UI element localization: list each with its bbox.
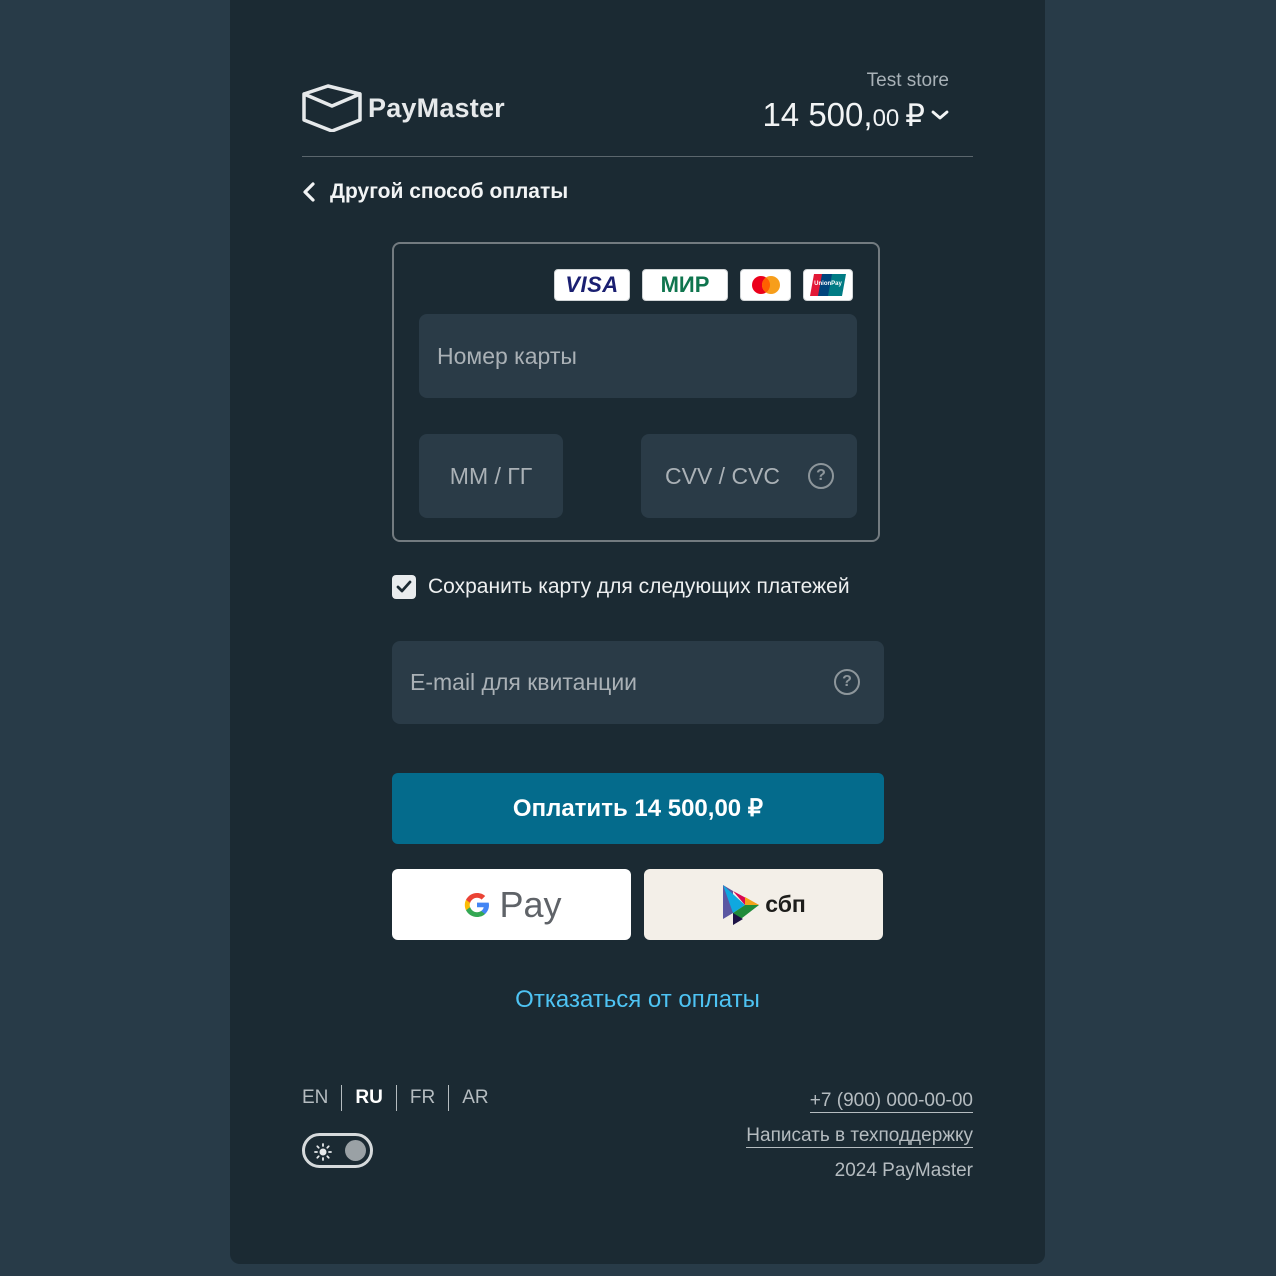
sbp-button[interactable]: сбп <box>644 869 883 940</box>
store-summary: Test store 14 500, 00 ₽ <box>762 70 949 134</box>
language-switcher: EN RU FR AR <box>302 1085 502 1111</box>
support-link[interactable]: Написать в техподдержку <box>746 1125 973 1148</box>
email-placeholder: E-mail для квитанции <box>410 669 638 695</box>
card-number-placeholder: Номер карты <box>437 342 577 369</box>
chevron-left-icon <box>303 182 315 202</box>
visa-logo: VISA <box>554 269 630 301</box>
save-card-checkbox[interactable] <box>392 575 416 599</box>
currency-sign: ₽ <box>905 98 925 133</box>
checkmark-icon <box>396 580 412 593</box>
phone-link[interactable]: +7 (900) 000-00-00 <box>809 1090 973 1113</box>
mir-logo: МИР <box>642 269 728 301</box>
lang-fr[interactable]: FR <box>397 1087 448 1109</box>
card-number-input[interactable]: Номер карты <box>419 314 857 398</box>
cvv-help-icon[interactable]: ? <box>808 463 834 489</box>
expiry-input[interactable]: ММ / ГГ <box>419 434 563 518</box>
store-name: Test store <box>866 70 949 91</box>
expiry-placeholder: ММ / ГГ <box>449 462 533 489</box>
save-card-option[interactable]: Сохранить карту для следующих платежей <box>392 575 850 599</box>
payment-card: PayMaster Test store 14 500, 00 ₽ Другой… <box>230 0 1045 1264</box>
pay-button[interactable]: Оплатить 14 500,00 ₽ <box>392 773 884 844</box>
back-label: Другой способ оплаты <box>330 180 569 203</box>
unionpay-logo: UnionPay <box>803 269 853 301</box>
order-amount[interactable]: 14 500, 00 ₽ <box>762 96 949 134</box>
save-card-label: Сохранить карту для следующих платежей <box>428 575 850 598</box>
cvv-input[interactable]: CVV / CVC ? <box>641 434 857 518</box>
paymaster-logo-icon <box>302 84 362 132</box>
email-help-icon[interactable]: ? <box>834 669 860 695</box>
footer-contacts: +7 (900) 000-00-00 Написать в техподдерж… <box>746 1090 973 1182</box>
toggle-knob <box>345 1140 366 1161</box>
paymaster-logo: PayMaster <box>302 84 505 132</box>
sun-icon <box>314 1143 332 1161</box>
card-brands: VISA МИР UnionPay <box>554 269 853 301</box>
pay-button-label: Оплатить 14 500,00 ₽ <box>512 795 764 822</box>
cancel-payment-link[interactable]: Отказаться от оплаты <box>230 986 1045 1014</box>
svg-text:UnionPay: UnionPay <box>814 281 842 287</box>
sbp-logo-icon <box>723 884 760 925</box>
google-pay-button[interactable]: Pay <box>392 869 631 940</box>
theme-toggle[interactable] <box>302 1133 373 1168</box>
lang-ru[interactable]: RU <box>342 1087 395 1109</box>
card-form: VISA МИР UnionPay Номер карты ММ / ГГ CV… <box>392 242 880 542</box>
logo-text: PayMaster <box>368 92 505 123</box>
amount-integer: 14 500, <box>762 96 873 133</box>
lang-en[interactable]: EN <box>302 1087 341 1109</box>
lang-ar[interactable]: AR <box>449 1087 501 1109</box>
back-link[interactable]: Другой способ оплаты <box>302 180 568 204</box>
copyright: 2024 PayMaster <box>834 1160 973 1181</box>
cvv-placeholder: CVV / CVC <box>665 462 781 489</box>
amount-decimals: 00 <box>872 105 900 132</box>
mastercard-logo <box>740 269 791 301</box>
sbp-label: сбп <box>765 891 806 917</box>
chevron-down-icon[interactable] <box>931 109 949 121</box>
google-g-icon <box>465 892 490 917</box>
gpay-label: Pay <box>499 883 562 925</box>
email-input[interactable]: E-mail для квитанции ? <box>392 641 884 724</box>
header-divider <box>302 156 973 157</box>
